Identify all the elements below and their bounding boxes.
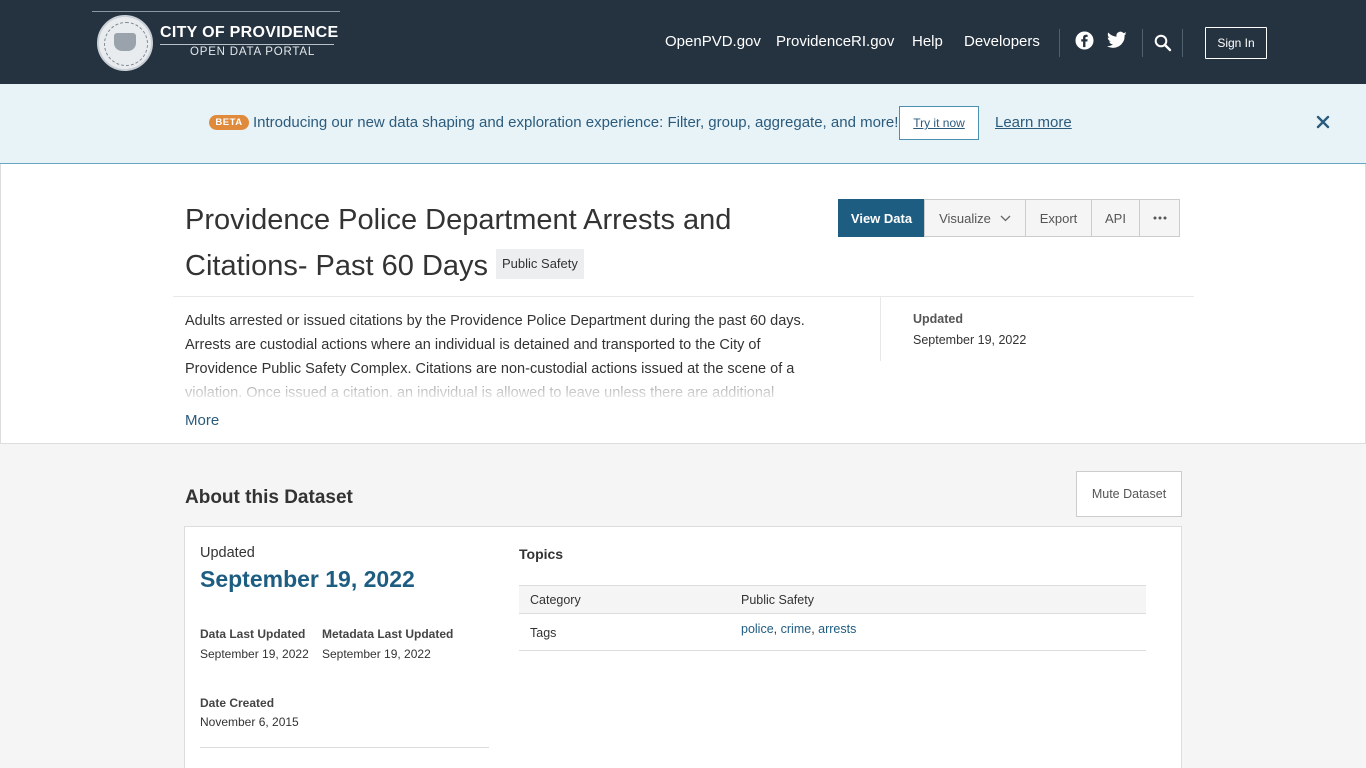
city-seal-icon: [97, 15, 153, 71]
mute-dataset-button[interactable]: Mute Dataset: [1076, 471, 1182, 517]
dataset-title: Providence Police Department Arrests and…: [185, 204, 732, 282]
twitter-icon[interactable]: [1107, 31, 1127, 51]
tags-list: police, crime, arrests: [741, 613, 1146, 651]
updated-date: September 19, 2022: [200, 566, 415, 592]
date-created-value: November 6, 2015: [200, 715, 299, 729]
beta-banner: BETA Introducing our new data shaping an…: [0, 84, 1366, 164]
beta-badge: BETA: [209, 115, 249, 130]
banner-message: Introducing our new data shaping and exp…: [253, 114, 899, 131]
description-fade: [185, 373, 830, 397]
page-title: Providence Police Department Arrests and…: [185, 197, 785, 289]
updated-label: Updated: [913, 312, 963, 326]
about-section-title: About this Dataset: [185, 487, 353, 508]
divider: [880, 297, 881, 361]
tags-label: Tags: [519, 613, 741, 651]
api-button[interactable]: API: [1091, 199, 1140, 237]
data-last-updated-value: September 19, 2022: [200, 647, 309, 661]
category-label: Category: [519, 585, 741, 614]
divider: [173, 296, 1194, 297]
nav-divider: [1142, 29, 1143, 57]
dataset-actions: View Data Visualize Export API: [838, 199, 1180, 237]
try-it-now-button[interactable]: Try it now: [899, 106, 979, 140]
nav-divider: [1059, 29, 1060, 57]
export-button[interactable]: Export: [1025, 199, 1092, 237]
divider: [200, 747, 489, 748]
logo-subtitle: OPEN DATA PORTAL: [190, 46, 316, 58]
facebook-icon[interactable]: [1075, 31, 1095, 51]
nav-link-developers[interactable]: Developers: [964, 33, 1040, 50]
topics-title: Topics: [519, 546, 564, 562]
close-icon[interactable]: [1316, 115, 1332, 131]
tag-link[interactable]: arrests: [818, 622, 856, 636]
sign-in-button[interactable]: Sign In: [1205, 27, 1267, 59]
nav-divider: [1182, 29, 1183, 57]
nav-link-openpvd[interactable]: OpenPVD.gov: [665, 33, 761, 50]
metadata-last-updated-label: Metadata Last Updated: [322, 627, 454, 641]
updated-value: September 19, 2022: [913, 333, 1027, 347]
topics-table: Category Public Safety Tags police, crim…: [519, 585, 1146, 651]
tag-link[interactable]: police: [741, 622, 774, 636]
search-icon[interactable]: [1154, 34, 1174, 54]
more-options-button[interactable]: [1139, 199, 1180, 237]
chevron-down-icon: [1000, 215, 1011, 222]
ellipsis-icon: [1153, 216, 1167, 220]
learn-more-link[interactable]: Learn more: [995, 114, 1072, 131]
category-chip[interactable]: Public Safety: [496, 249, 584, 280]
visualize-button[interactable]: Visualize: [924, 199, 1026, 237]
site-logo[interactable]: CITY OF PROVIDENCE OPEN DATA PORTAL: [92, 11, 340, 73]
nav-link-help[interactable]: Help: [912, 33, 943, 50]
updated-label: Updated: [200, 545, 255, 561]
visualize-label: Visualize: [939, 210, 991, 226]
tag-link[interactable]: crime: [781, 622, 812, 636]
site-header: CITY OF PROVIDENCE OPEN DATA PORTAL Open…: [0, 0, 1366, 84]
date-created-label: Date Created: [200, 696, 275, 710]
data-last-updated-label: Data Last Updated: [200, 627, 306, 641]
table-row: Category Public Safety: [519, 585, 1146, 614]
more-link[interactable]: More: [185, 412, 219, 429]
tags-label-text: Tags: [530, 626, 557, 640]
table-row: Tags police, crime, arrests: [519, 613, 1146, 651]
category-value: Public Safety: [741, 585, 1146, 614]
logo-title: CITY OF PROVIDENCE: [160, 24, 339, 41]
nav-link-providenceri[interactable]: ProvidenceRI.gov: [776, 33, 894, 50]
logo-divider: [160, 44, 334, 45]
metadata-last-updated-value: September 19, 2022: [322, 647, 431, 661]
view-data-button[interactable]: View Data: [838, 199, 925, 237]
